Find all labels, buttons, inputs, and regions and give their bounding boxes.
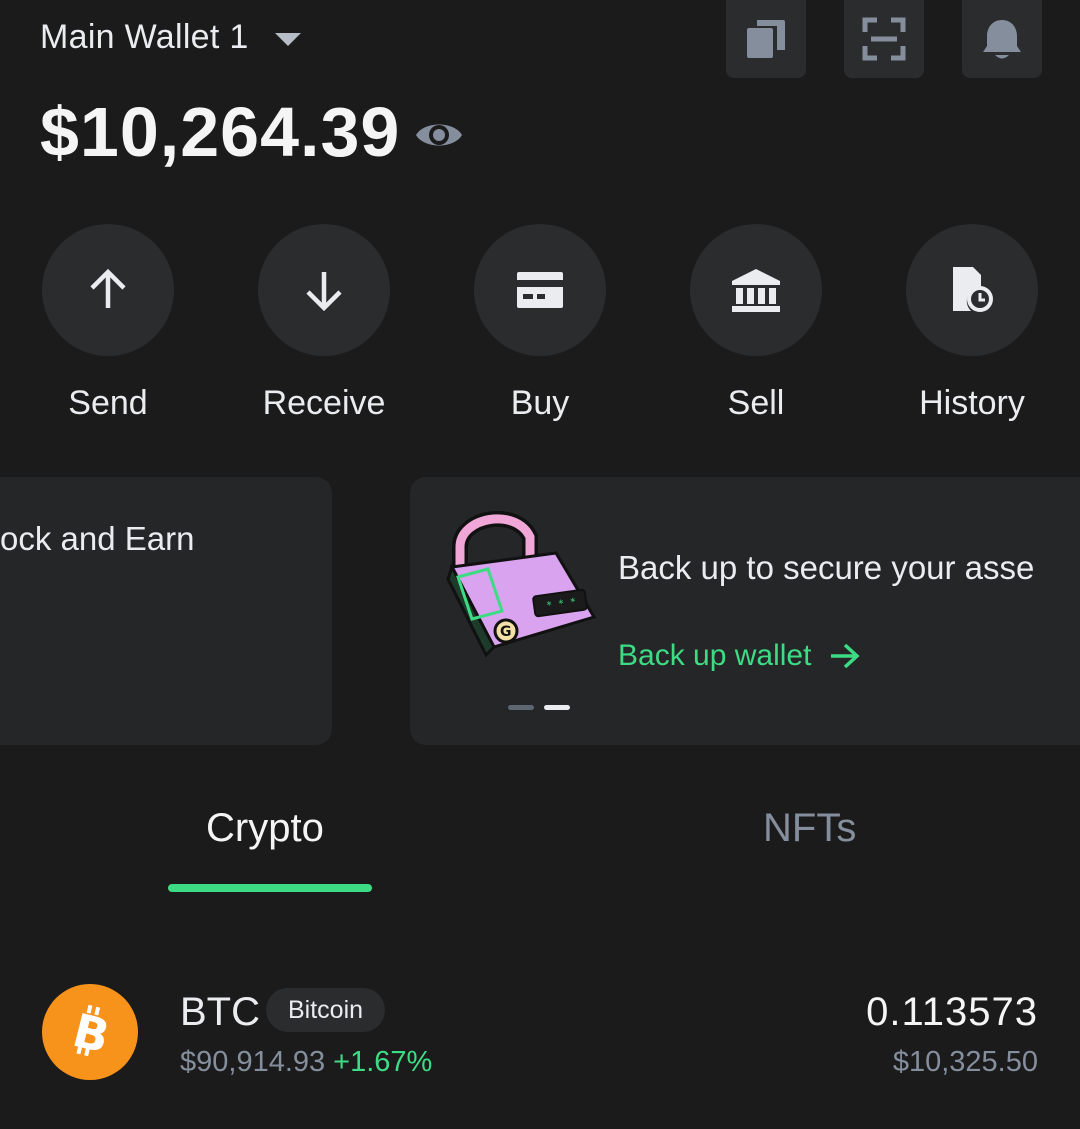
chevron-down-icon <box>274 33 301 46</box>
arrow-right-icon <box>831 643 861 669</box>
stake-banner-title: ock and Earn <box>0 520 195 557</box>
svg-text:B: B <box>68 1003 115 1062</box>
asset-name-badge: Bitcoin <box>266 988 386 1032</box>
asset-symbol: BTC <box>180 990 260 1034</box>
buy-label: Buy <box>510 384 570 422</box>
padlock-illustration: * * * G <box>446 511 597 658</box>
scan-icon <box>862 17 906 61</box>
total-balance: $10,264.39 <box>40 93 401 171</box>
receive-action[interactable]: Receive <box>216 224 432 423</box>
bitcoin-icon: B <box>42 984 138 1080</box>
card-icon <box>517 272 563 308</box>
asset-price-line: $90,914.93 +1.67% <box>180 1046 432 1079</box>
scan-button[interactable] <box>844 0 924 78</box>
receive-label: Receive <box>262 384 386 422</box>
arrow-up-icon <box>90 268 126 308</box>
wallet-selector[interactable]: Main Wallet 1 <box>40 18 301 57</box>
active-tab-indicator <box>168 884 372 892</box>
tab-crypto[interactable]: Crypto <box>206 806 324 851</box>
stake-banner[interactable] <box>0 477 332 745</box>
carousel-dot-active <box>544 705 570 710</box>
history-action[interactable]: History <box>864 224 1080 423</box>
tab-nfts[interactable]: NFTs <box>763 806 856 851</box>
asset-row-btc[interactable]: B BTC Bitcoin $90,914.93 +1.67% 0.113573 … <box>0 960 1080 1100</box>
asset-change: +1.67% <box>333 1046 433 1078</box>
quick-actions: Send Receive Buy Sell History <box>0 224 1080 424</box>
eye-icon[interactable] <box>414 117 464 153</box>
backup-banner-title: Back up to secure your asse <box>618 549 1035 586</box>
send-label: Send <box>68 384 148 422</box>
asset-value: $10,325.50 <box>892 1046 1038 1078</box>
backup-wallet-link-text: Back up wallet <box>618 639 812 672</box>
backup-banner[interactable]: * * * G Back up to secure your asse Back… <box>410 477 1080 745</box>
wallet-name: Main Wallet 1 <box>40 18 249 56</box>
history-icon <box>953 267 993 312</box>
history-label: History <box>919 384 1025 422</box>
svg-text:G: G <box>500 624 512 640</box>
copy-button[interactable] <box>726 0 806 78</box>
sell-label: Sell <box>727 384 785 422</box>
wallet-home-screen: Main Wallet 1 $10,264.39 Send Receive Bu… <box>0 0 1080 1129</box>
backup-wallet-link[interactable]: Back up wallet <box>618 639 861 673</box>
notifications-button[interactable] <box>962 0 1042 78</box>
bank-icon <box>732 269 780 312</box>
asset-price: $90,914.93 <box>180 1046 326 1078</box>
copy-icon <box>747 20 785 58</box>
sell-action[interactable]: Sell <box>648 224 864 423</box>
buy-action[interactable]: Buy <box>432 224 648 423</box>
bell-icon <box>983 20 1021 59</box>
carousel-dot <box>508 705 534 710</box>
carousel-indicator <box>508 705 570 710</box>
balance-row: $10,264.39 <box>40 92 464 172</box>
header-actions <box>726 0 1042 78</box>
asset-amount: 0.113573 <box>866 990 1038 1034</box>
arrow-down-icon <box>306 272 342 312</box>
send-action[interactable]: Send <box>0 224 216 423</box>
